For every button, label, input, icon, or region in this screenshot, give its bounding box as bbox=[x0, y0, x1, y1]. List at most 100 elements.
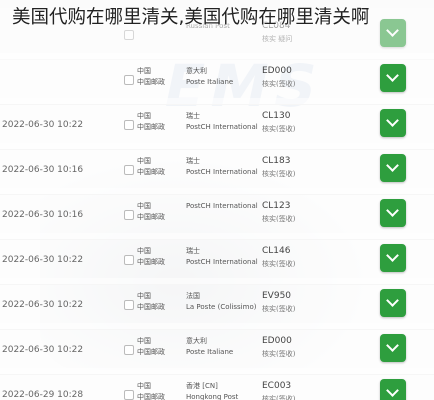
chevron-down-icon bbox=[386, 249, 399, 262]
origin-carrier: 中国邮政 bbox=[137, 348, 165, 356]
tracking-status: 核实 疑问 bbox=[262, 35, 293, 43]
row-origin: 中国 中国邮政 bbox=[137, 201, 177, 223]
origin-country: 中国 bbox=[137, 67, 151, 75]
row-destination-carrier: 意大利 Poste Italiane bbox=[186, 66, 256, 88]
origin-carrier: 中国邮政 bbox=[137, 123, 165, 131]
row-timestamp: 2022-06-30 10:22 bbox=[2, 255, 84, 265]
row-destination-carrier: 瑞士 PostCH International bbox=[186, 156, 258, 178]
origin-carrier: 中国邮政 bbox=[137, 78, 165, 86]
row-origin: 中国 中国邮政 bbox=[137, 156, 177, 178]
expand-button[interactable] bbox=[380, 379, 406, 400]
checkbox-icon[interactable] bbox=[124, 390, 134, 400]
tracking-number[interactable]: EC003 bbox=[262, 380, 372, 393]
tracking-number[interactable]: CL123 bbox=[262, 200, 372, 213]
tracking-status: 核实(签收) bbox=[262, 80, 296, 88]
chevron-down-icon bbox=[386, 204, 399, 217]
row-destination-carrier: 法国 La Poste (Colissimo) bbox=[186, 291, 256, 313]
expand-button[interactable] bbox=[380, 289, 406, 317]
chevron-down-icon bbox=[386, 159, 399, 172]
tracking-number[interactable]: ED000 bbox=[262, 65, 372, 78]
destination-carrier: PostCH International bbox=[186, 258, 258, 266]
row-tracking-number[interactable]: EC003 核实(签收) bbox=[262, 380, 372, 400]
expand-button[interactable] bbox=[380, 199, 406, 227]
row-tracking-number[interactable]: ED000 核实(签收) bbox=[262, 65, 372, 91]
checkbox-icon[interactable] bbox=[124, 300, 134, 310]
tracking-number[interactable]: ED000 bbox=[262, 335, 372, 348]
origin-country: 中国 bbox=[137, 157, 151, 165]
tracking-status: 核实(签收) bbox=[262, 260, 296, 268]
row-destination-carrier: PostCH International bbox=[186, 201, 258, 212]
destination-country: 瑞士 bbox=[186, 247, 200, 255]
tracking-status: 核实(签收) bbox=[262, 305, 296, 313]
origin-carrier: 中国邮政 bbox=[137, 258, 165, 266]
tracking-number[interactable]: CL130 bbox=[262, 110, 372, 123]
checkbox-icon[interactable] bbox=[124, 120, 134, 130]
destination-carrier: Poste Italiane bbox=[186, 348, 234, 356]
origin-carrier: 中国邮政 bbox=[137, 168, 165, 176]
row-tracking-number[interactable]: EV950 核实(签收) bbox=[262, 290, 372, 316]
row-tracking-number[interactable]: CL123 核实(签收) bbox=[262, 200, 372, 226]
destination-carrier: La Poste (Colissimo) bbox=[186, 303, 257, 311]
row-destination-carrier: 意大利 Poste Italiane bbox=[186, 336, 256, 358]
destination-carrier: PostCH International bbox=[186, 202, 258, 210]
row-destination-carrier: 香港 [CN] Hongkong Post bbox=[186, 381, 256, 400]
chevron-down-icon bbox=[386, 69, 399, 82]
origin-country: 中国 bbox=[137, 247, 151, 255]
checkbox-icon[interactable] bbox=[124, 255, 134, 265]
row-origin: 中国 中国邮政 bbox=[137, 291, 177, 313]
tracking-number[interactable]: EV950 bbox=[262, 290, 372, 303]
destination-country: 瑞士 bbox=[186, 157, 200, 165]
page-title: 美国代购在哪里清关,美国代购在哪里清关啊 bbox=[12, 7, 370, 28]
row-origin: 中国 中国邮政 bbox=[137, 111, 177, 133]
origin-country: 中国 bbox=[137, 382, 151, 390]
tracking-status: 核实(签收) bbox=[262, 215, 296, 223]
checkbox-icon[interactable] bbox=[124, 75, 134, 85]
destination-carrier: PostCH International bbox=[186, 123, 258, 131]
row-tracking-number[interactable]: CL146 核实(签收) bbox=[262, 245, 372, 271]
row-timestamp: 2022-06-30 10:22 bbox=[2, 120, 84, 130]
tracking-status: 核实(签收) bbox=[262, 125, 296, 133]
origin-carrier: 中国邮政 bbox=[137, 393, 165, 400]
table-row[interactable]: 2022-06-29 10:28 中国 中国邮政 香港 [CN] Hongkong Po… bbox=[0, 368, 434, 400]
row-timestamp: 2022-06-30 10:16 bbox=[2, 165, 84, 175]
row-origin: 中国 中国邮政 bbox=[137, 336, 177, 358]
row-tracking-number[interactable]: CL130 核实(签收) bbox=[262, 110, 372, 136]
tracking-status: 核实(签收) bbox=[262, 170, 296, 178]
origin-country: 中国 bbox=[137, 337, 151, 345]
origin-country: 中国 bbox=[137, 112, 151, 120]
row-origin: 中国 中国邮政 bbox=[137, 381, 177, 400]
row-destination-carrier: 瑞士 PostCH International bbox=[186, 111, 258, 133]
origin-carrier: 中国邮政 bbox=[137, 213, 165, 221]
tracking-number[interactable]: CL183 bbox=[262, 155, 372, 168]
row-tracking-number[interactable]: CL183 核实(签收) bbox=[262, 155, 372, 181]
origin-country: 中国 bbox=[137, 202, 151, 210]
expand-button[interactable] bbox=[380, 244, 406, 272]
destination-carrier: PostCH International bbox=[186, 168, 258, 176]
row-origin: 中国 中国邮政 bbox=[137, 246, 177, 268]
destination-country: 意大利 bbox=[186, 337, 207, 345]
row-tracking-number[interactable]: ED000 核实(签收) bbox=[262, 335, 372, 361]
destination-carrier: Poste Italiane bbox=[186, 78, 234, 86]
destination-carrier: Hongkong Post bbox=[186, 393, 239, 400]
destination-country: 瑞士 bbox=[186, 112, 200, 120]
tracking-status: 核实(签收) bbox=[262, 395, 296, 400]
expand-button[interactable] bbox=[380, 154, 406, 182]
row-timestamp: 2022-06-30 10:22 bbox=[2, 345, 84, 355]
expand-button[interactable] bbox=[380, 64, 406, 92]
checkbox-icon[interactable] bbox=[124, 345, 134, 355]
expand-button[interactable] bbox=[380, 109, 406, 137]
chevron-down-icon bbox=[386, 384, 399, 397]
expand-button[interactable] bbox=[380, 334, 406, 362]
destination-country: 香港 [CN] bbox=[186, 382, 218, 390]
row-destination-carrier: 瑞士 PostCH International bbox=[186, 246, 258, 268]
destination-country: 法国 bbox=[186, 292, 200, 300]
checkbox-icon[interactable] bbox=[124, 165, 134, 175]
row-timestamp: 2022-06-30 10:16 bbox=[2, 210, 84, 220]
destination-country: 意大利 bbox=[186, 67, 207, 75]
chevron-down-icon bbox=[386, 294, 399, 307]
tracking-status: 核实(签收) bbox=[262, 350, 296, 358]
origin-country: 中国 bbox=[137, 292, 151, 300]
checkbox-icon[interactable] bbox=[124, 210, 134, 220]
chevron-down-icon bbox=[386, 339, 399, 352]
tracking-number[interactable]: CL146 bbox=[262, 245, 372, 258]
